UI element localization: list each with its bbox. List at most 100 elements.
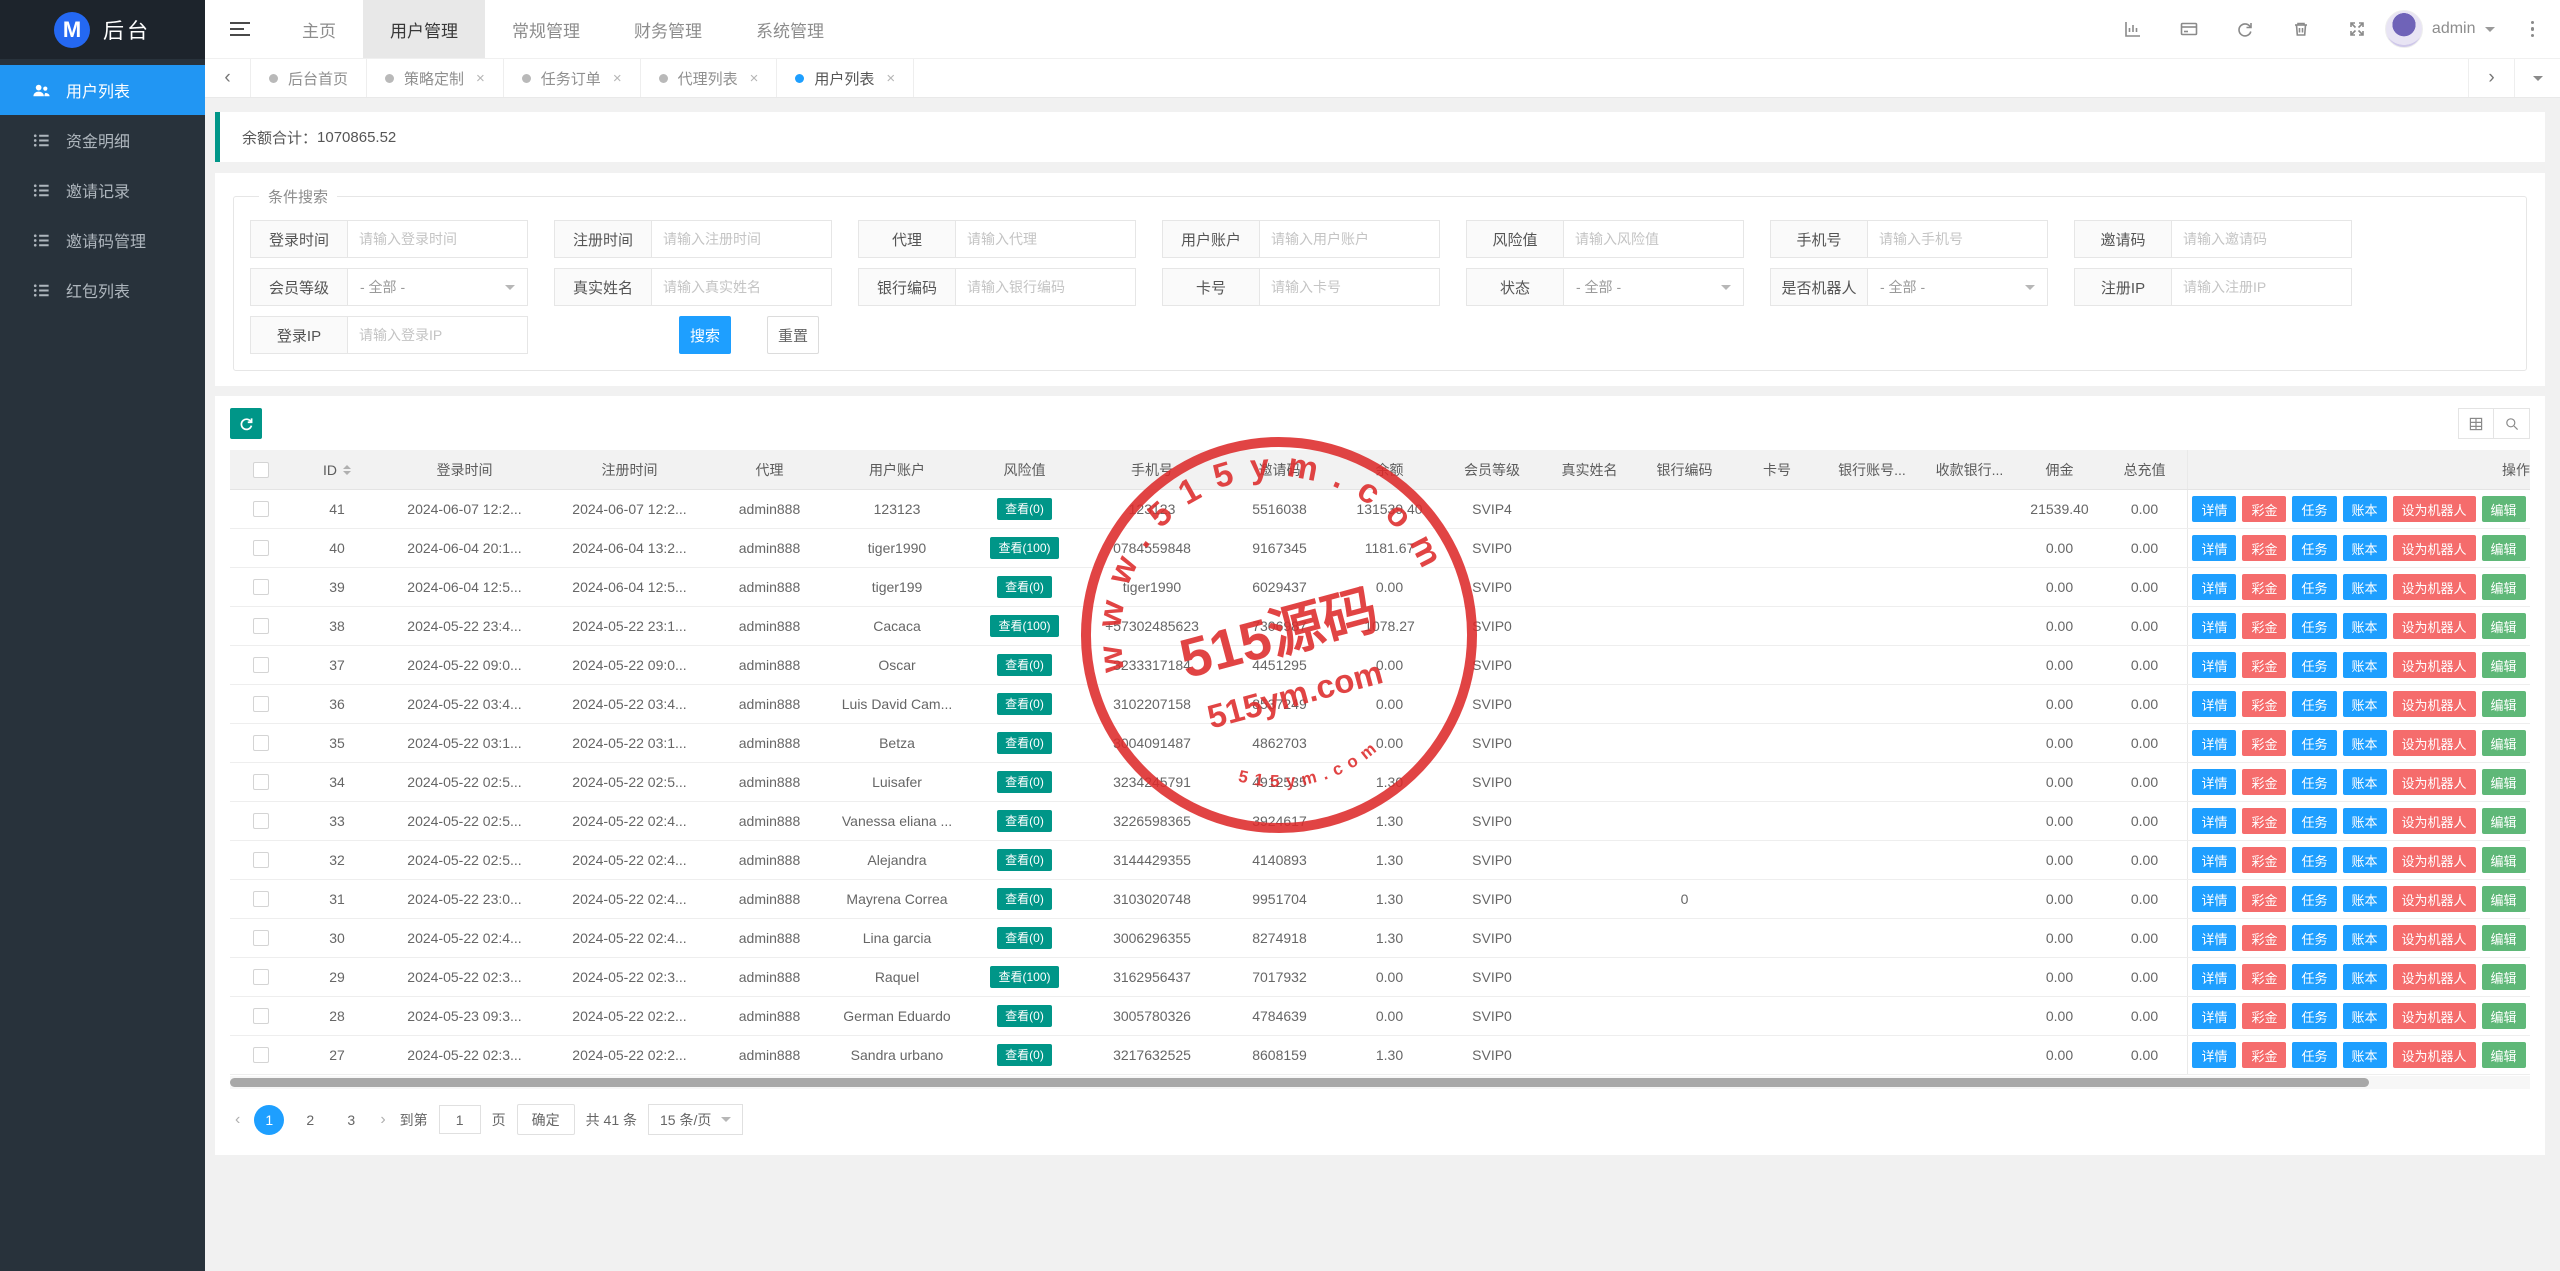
- action-button[interactable]: 彩金: [2242, 1003, 2286, 1029]
- row-checkbox[interactable]: [253, 891, 269, 907]
- tab[interactable]: 用户列表 ×: [777, 59, 914, 97]
- action-button[interactable]: 任务: [2292, 1003, 2336, 1029]
- row-checkbox[interactable]: [253, 930, 269, 946]
- action-button[interactable]: 编辑: [2482, 1042, 2526, 1068]
- tabs-scroll-left-icon[interactable]: ‹: [205, 59, 251, 97]
- action-button[interactable]: 详情: [2192, 886, 2236, 912]
- tab-close-icon[interactable]: ×: [613, 70, 622, 87]
- action-button[interactable]: 设为机器人: [2393, 1003, 2476, 1029]
- sidebar-item[interactable]: 邀请记录: [0, 165, 205, 215]
- action-button[interactable]: 账本: [2343, 769, 2387, 795]
- more-menu-icon[interactable]: [2531, 21, 2535, 38]
- row-checkbox[interactable]: [253, 540, 269, 556]
- action-button[interactable]: 设为机器人: [2393, 691, 2476, 717]
- tab[interactable]: 代理列表 ×: [641, 59, 778, 97]
- search-input[interactable]: [1260, 268, 1440, 306]
- refresh-icon[interactable]: [2235, 19, 2255, 39]
- next-page-icon[interactable]: ›: [377, 1111, 388, 1129]
- action-button[interactable]: 账本: [2343, 535, 2387, 561]
- action-button[interactable]: 彩金: [2242, 496, 2286, 522]
- tabs-menu-button[interactable]: [2514, 59, 2560, 97]
- search-select[interactable]: - 全部 -: [1868, 268, 2048, 306]
- column-header[interactable]: 总充值: [2102, 450, 2187, 489]
- action-button[interactable]: 编辑: [2482, 808, 2526, 834]
- search-input[interactable]: [652, 268, 832, 306]
- risk-view-badge[interactable]: 查看(0): [997, 732, 1052, 754]
- action-button[interactable]: 设为机器人: [2393, 652, 2476, 678]
- search-input[interactable]: [348, 220, 528, 258]
- action-button[interactable]: 设为机器人: [2393, 1042, 2476, 1068]
- row-checkbox[interactable]: [253, 813, 269, 829]
- column-header[interactable]: 银行账号...: [1822, 450, 1922, 489]
- tabs-scroll-right-icon[interactable]: ›: [2468, 59, 2514, 97]
- risk-view-badge[interactable]: 查看(100): [990, 537, 1058, 559]
- column-header[interactable]: 会员等级: [1442, 450, 1542, 489]
- tab[interactable]: 后台首页 ×: [251, 59, 367, 97]
- search-input[interactable]: [2172, 268, 2352, 306]
- action-button[interactable]: 账本: [2343, 1003, 2387, 1029]
- sidebar-item[interactable]: 资金明细: [0, 115, 205, 165]
- action-button[interactable]: 设为机器人: [2393, 886, 2476, 912]
- action-button[interactable]: 设为机器人: [2393, 769, 2476, 795]
- goto-page-input[interactable]: [439, 1105, 481, 1134]
- column-header[interactable]: 登录时间: [382, 450, 547, 489]
- search-input[interactable]: [652, 220, 832, 258]
- search-input[interactable]: [1260, 220, 1440, 258]
- action-button[interactable]: 详情: [2192, 496, 2236, 522]
- action-button[interactable]: 任务: [2292, 1042, 2336, 1068]
- user-menu[interactable]: admin: [2385, 10, 2495, 48]
- search-input[interactable]: [956, 220, 1136, 258]
- top-menu-item[interactable]: 常规管理: [485, 0, 607, 58]
- risk-view-badge[interactable]: 查看(0): [997, 498, 1052, 520]
- action-button[interactable]: 编辑: [2482, 964, 2526, 990]
- action-button[interactable]: 任务: [2292, 613, 2336, 639]
- row-checkbox[interactable]: [253, 774, 269, 790]
- search-button[interactable]: 搜索: [679, 316, 731, 354]
- top-menu-item[interactable]: 主页: [275, 0, 363, 58]
- column-header[interactable]: 余额: [1337, 450, 1442, 489]
- action-button[interactable]: 彩金: [2242, 925, 2286, 951]
- logo[interactable]: M 后台: [0, 0, 205, 59]
- prev-page-icon[interactable]: ‹: [232, 1111, 243, 1129]
- action-button[interactable]: 账本: [2343, 691, 2387, 717]
- action-button[interactable]: 任务: [2292, 847, 2336, 873]
- action-button[interactable]: 设为机器人: [2393, 808, 2476, 834]
- page-number[interactable]: 3: [336, 1105, 366, 1135]
- action-button[interactable]: 任务: [2292, 964, 2336, 990]
- tab-close-icon[interactable]: ×: [476, 70, 485, 87]
- risk-view-badge[interactable]: 查看(0): [997, 693, 1052, 715]
- action-button[interactable]: 彩金: [2242, 652, 2286, 678]
- action-button[interactable]: 任务: [2292, 496, 2336, 522]
- row-checkbox[interactable]: [253, 501, 269, 517]
- action-button[interactable]: 账本: [2343, 574, 2387, 600]
- action-button[interactable]: 账本: [2343, 964, 2387, 990]
- row-checkbox[interactable]: [253, 618, 269, 634]
- search-input[interactable]: [1564, 220, 1744, 258]
- action-button[interactable]: 详情: [2192, 769, 2236, 795]
- column-header[interactable]: 卡号: [1732, 450, 1822, 489]
- action-button[interactable]: 任务: [2292, 886, 2336, 912]
- risk-view-badge[interactable]: 查看(0): [997, 1005, 1052, 1027]
- search-input[interactable]: [1868, 220, 2048, 258]
- action-button[interactable]: 账本: [2343, 613, 2387, 639]
- sidebar-item[interactable]: 红包列表: [0, 265, 205, 315]
- action-button[interactable]: 账本: [2343, 847, 2387, 873]
- action-button[interactable]: 详情: [2192, 964, 2236, 990]
- confirm-page-button[interactable]: 确定: [517, 1104, 575, 1135]
- action-button[interactable]: 账本: [2343, 925, 2387, 951]
- action-button[interactable]: 编辑: [2482, 1003, 2526, 1029]
- action-button[interactable]: 彩金: [2242, 730, 2286, 756]
- action-button[interactable]: 详情: [2192, 613, 2236, 639]
- action-button[interactable]: 任务: [2292, 925, 2336, 951]
- action-button[interactable]: 详情: [2192, 730, 2236, 756]
- search-zoom-icon[interactable]: [2494, 408, 2530, 439]
- action-button[interactable]: 编辑: [2482, 496, 2526, 522]
- column-header[interactable]: 风险值: [967, 450, 1082, 489]
- action-button[interactable]: 编辑: [2482, 730, 2526, 756]
- action-button[interactable]: 彩金: [2242, 691, 2286, 717]
- sort-icon[interactable]: [343, 465, 351, 475]
- action-button[interactable]: 设为机器人: [2393, 847, 2476, 873]
- top-menu-item[interactable]: 系统管理: [729, 0, 851, 58]
- action-button[interactable]: 任务: [2292, 535, 2336, 561]
- sidebar-toggle-icon[interactable]: [205, 0, 275, 58]
